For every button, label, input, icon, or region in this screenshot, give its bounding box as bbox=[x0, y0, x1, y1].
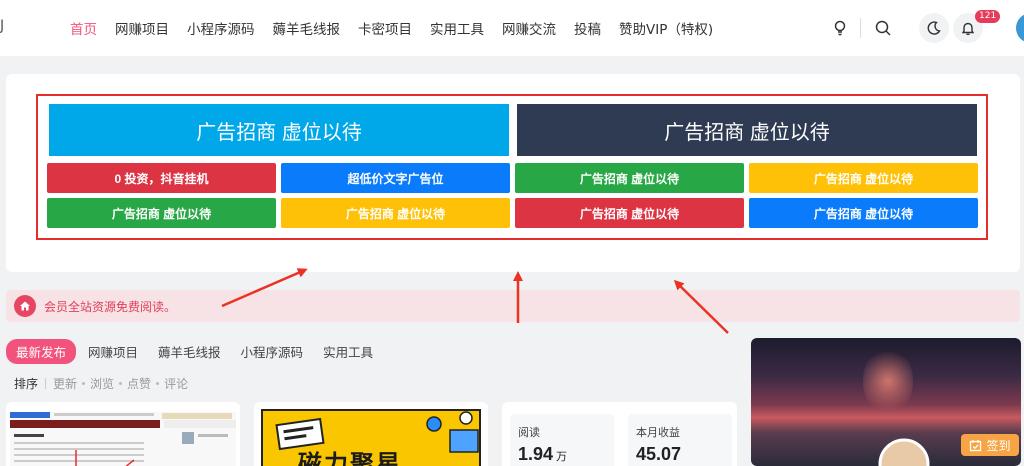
header-divider bbox=[860, 18, 861, 38]
tab-online-earning[interactable]: 网赚项目 bbox=[88, 342, 138, 361]
nav-item-deals[interactable]: 薅羊毛线报 bbox=[273, 18, 341, 38]
ad-banner-small-5[interactable]: 广告招商 虚位以待 bbox=[47, 198, 276, 228]
ad-banner-small-3[interactable]: 广告招商 虚位以待 bbox=[515, 163, 744, 193]
sort-option-views[interactable]: 浏览 bbox=[90, 375, 114, 392]
nav-item-mini-program-source[interactable]: 小程序源码 bbox=[187, 18, 255, 38]
sort-dot bbox=[119, 382, 123, 385]
ad-banner-small-2[interactable]: 超低价文字广告位 bbox=[281, 163, 510, 193]
sort-dot bbox=[156, 382, 160, 385]
banner-figure bbox=[878, 438, 930, 466]
lightbulb-icon[interactable] bbox=[830, 18, 850, 38]
sort-label: 排序 bbox=[14, 377, 39, 391]
ad-banner-large-2[interactable]: 广告招商 虚位以待 bbox=[517, 104, 977, 156]
sort-dot bbox=[82, 382, 86, 385]
bell-icon bbox=[961, 22, 975, 36]
top-header: J 首页 网赚项目 小程序源码 薅羊毛线报 卡密项目 实用工具 网赚交流 投稿 … bbox=[0, 0, 1024, 56]
tab-deals[interactable]: 薅羊毛线报 bbox=[158, 342, 221, 361]
ad-banner-small-6[interactable]: 广告招商 虚位以待 bbox=[281, 198, 510, 228]
tab-mini-program-source[interactable]: 小程序源码 bbox=[241, 342, 304, 361]
post-card-2[interactable]: 磁力聚星 bbox=[254, 402, 488, 466]
nav-item-tools[interactable]: 实用工具 bbox=[430, 18, 484, 38]
sort-option-likes[interactable]: 点赞 bbox=[127, 375, 151, 392]
ad-banner-small-4[interactable]: 广告招商 虚位以待 bbox=[749, 163, 978, 193]
home-icon bbox=[14, 295, 36, 317]
notification-count-badge: 121 bbox=[975, 10, 1001, 23]
sort-divider bbox=[45, 378, 47, 389]
category-tabs: 最新发布 网赚项目 薅羊毛线报 小程序源码 实用工具 bbox=[6, 338, 393, 364]
ad-banner-small-7[interactable]: 广告招商 虚位以待 bbox=[515, 198, 744, 228]
stat-income-label: 本月收益 bbox=[636, 427, 680, 439]
signin-button[interactable]: 签到 bbox=[961, 434, 1019, 456]
ad-banner-small-8[interactable]: 广告招商 虚位以待 bbox=[749, 198, 978, 228]
dark-mode-button[interactable] bbox=[919, 13, 949, 43]
post-card-1[interactable] bbox=[6, 402, 240, 466]
notice-text: 会员全站资源免费阅读。 bbox=[44, 300, 177, 314]
nav-item-card-key[interactable]: 卡密项目 bbox=[358, 18, 412, 38]
tab-latest[interactable]: 最新发布 bbox=[6, 338, 77, 364]
nav-item-vip[interactable]: 赞助VIP（特权) bbox=[619, 18, 713, 38]
nav-item-submit[interactable]: 投稿 bbox=[574, 18, 601, 38]
nav-item-home[interactable]: 首页 bbox=[70, 18, 97, 38]
sort-bar: 排序 更新 浏览 点赞 评论 bbox=[14, 375, 188, 392]
member-notice-bar: 会员全站资源免费阅读。 bbox=[6, 290, 1020, 322]
ad-banner-small-1[interactable]: 0 投资，抖音挂机 bbox=[47, 163, 276, 193]
search-icon[interactable] bbox=[873, 18, 893, 38]
ad-banner-large-1[interactable]: 广告招商 虚位以待 bbox=[49, 104, 509, 156]
nav-item-community[interactable]: 网赚交流 bbox=[502, 18, 556, 38]
main-nav: 首页 网赚项目 小程序源码 薅羊毛线报 卡密项目 实用工具 网赚交流 投稿 赞助… bbox=[70, 0, 731, 56]
sort-option-updated[interactable]: 更新 bbox=[53, 375, 77, 392]
user-avatar[interactable] bbox=[1016, 13, 1024, 43]
stat-reads-unit: 万 bbox=[556, 451, 568, 463]
nav-item-online-earning[interactable]: 网赚项目 bbox=[115, 18, 169, 38]
stat-income-value: 45.07 bbox=[636, 444, 682, 464]
moon-icon bbox=[927, 21, 941, 35]
site-logo-fragment[interactable]: J bbox=[0, 18, 4, 34]
post-thumbnail-title: 磁力聚星 bbox=[298, 450, 402, 466]
tab-tools[interactable]: 实用工具 bbox=[323, 342, 373, 361]
stat-reads: 阅读 1.94 万 bbox=[510, 414, 614, 466]
stats-panel: 阅读 1.94 万 本月收益 45.07 bbox=[502, 402, 737, 466]
post-thumbnail-screenshot bbox=[10, 412, 236, 466]
stat-reads-value: 1.94 万 bbox=[518, 444, 568, 464]
stat-monthly-income: 本月收益 45.07 bbox=[628, 414, 732, 466]
banner-glow bbox=[863, 346, 913, 416]
sort-option-comments[interactable]: 评论 bbox=[164, 375, 188, 392]
stat-reads-label: 阅读 bbox=[518, 427, 540, 439]
signin-label: 签到 bbox=[986, 438, 1011, 453]
calendar-check-icon bbox=[970, 439, 982, 451]
